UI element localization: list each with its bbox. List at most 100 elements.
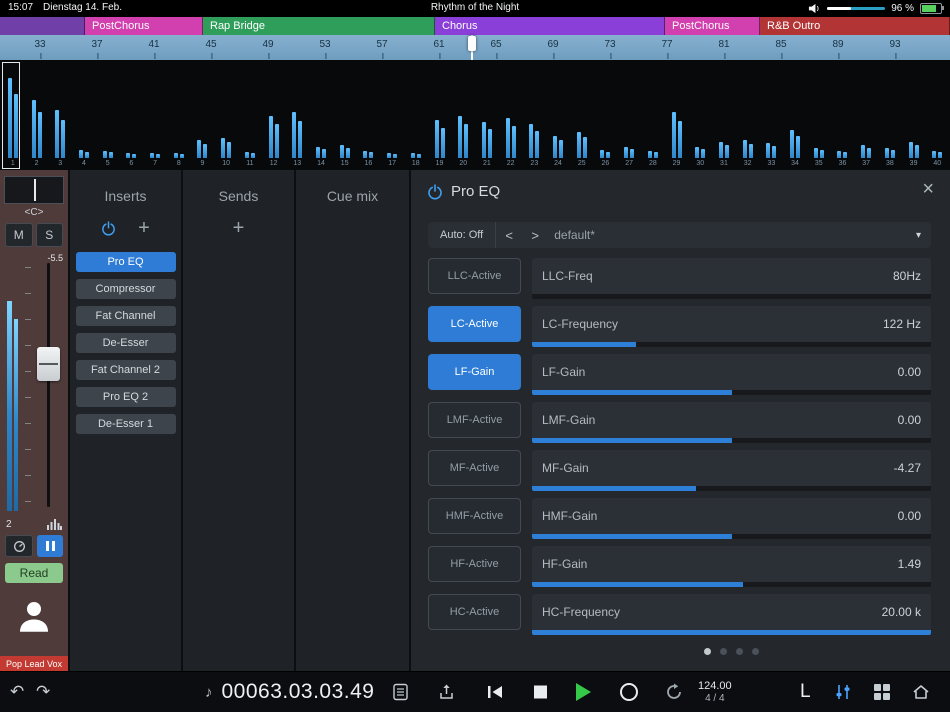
param-slider[interactable] [532, 534, 931, 539]
arrangement-section[interactable]: Chorus [435, 17, 665, 35]
overview-channel[interactable]: 15 [333, 60, 357, 170]
overview-channel[interactable]: 16 [357, 60, 381, 170]
arrangement-section[interactable]: R&B Outro [760, 17, 950, 35]
automation-toggle[interactable]: Auto: Off [428, 222, 496, 248]
overview-channel[interactable]: 40 [925, 60, 949, 170]
param-slider[interactable] [532, 486, 931, 491]
param-slider[interactable] [532, 582, 931, 587]
overview-channel[interactable]: 12 [262, 60, 286, 170]
arrangement-section[interactable]: PostChorus [665, 17, 760, 35]
overview-channel[interactable]: 33 [760, 60, 784, 170]
overview-channel[interactable]: 34 [783, 60, 807, 170]
home-button[interactable] [912, 684, 930, 700]
automation-mode-button[interactable]: Read [5, 563, 63, 583]
param-slider[interactable] [532, 294, 931, 299]
page-dot[interactable] [720, 648, 727, 655]
param-control[interactable]: MF-Gain-4.27 [532, 450, 931, 486]
overview-channel[interactable]: 23 [522, 60, 546, 170]
preset-dropdown-caret[interactable]: ▾ [916, 230, 921, 241]
overview-channel[interactable]: 39 [902, 60, 926, 170]
volume-slider[interactable] [827, 7, 885, 10]
arrangement-section[interactable] [0, 17, 85, 35]
insert-slot[interactable]: Compressor [76, 279, 176, 299]
layout-button[interactable]: L [800, 681, 811, 703]
param-activate-button[interactable]: HF-Active [428, 546, 521, 582]
overview-channel[interactable]: 5 [96, 60, 120, 170]
overview-channel[interactable]: 13 [285, 60, 309, 170]
overview-channel[interactable]: 37 [854, 60, 878, 170]
overview-channel[interactable]: 9 [191, 60, 215, 170]
undo-button[interactable]: ↶ [10, 682, 24, 702]
redo-button[interactable]: ↷ [36, 682, 50, 702]
overview-channel[interactable]: 14 [309, 60, 333, 170]
timeline-ruler[interactable]: 33374145495357616569737781858993 [0, 35, 950, 61]
arrangement-section[interactable]: Rap Bridge [203, 17, 435, 35]
overview-channel[interactable]: 30 [688, 60, 712, 170]
arrangement-section[interactable]: PostChorus [85, 17, 203, 35]
overview-channel[interactable]: 10 [214, 60, 238, 170]
overview-channel[interactable]: 32 [736, 60, 760, 170]
param-activate-button[interactable]: LLC-Active [428, 258, 521, 294]
play-button[interactable] [576, 683, 591, 701]
return-to-start-button[interactable] [486, 685, 504, 699]
page-dot[interactable] [752, 648, 759, 655]
overview-channel[interactable]: 24 [546, 60, 570, 170]
param-control[interactable]: LC-Frequency122 Hz [532, 306, 931, 342]
tempo-display[interactable]: 124.00 4 / 4 [698, 680, 732, 704]
add-insert-button[interactable]: + [138, 218, 150, 238]
overview-channel[interactable]: 29 [665, 60, 689, 170]
track-icon[interactable] [0, 595, 68, 637]
insert-slot[interactable]: De-Esser [76, 333, 176, 353]
param-activate-button[interactable]: MF-Active [428, 450, 521, 486]
overview-channel[interactable]: 7 [143, 60, 167, 170]
overview-channel[interactable]: 4 [72, 60, 96, 170]
param-control[interactable]: LMF-Gain0.00 [532, 402, 931, 438]
close-icon[interactable]: × [922, 178, 934, 201]
add-send-button[interactable]: + [233, 218, 245, 238]
page-dot[interactable] [704, 648, 711, 655]
overview-channel[interactable]: 3 [48, 60, 72, 170]
insert-slot[interactable]: Pro EQ 2 [76, 387, 176, 407]
insert-slot[interactable]: De-Esser 1 [76, 414, 176, 434]
param-control[interactable]: LF-Gain0.00 [532, 354, 931, 390]
insert-slot[interactable]: Fat Channel 2 [76, 360, 176, 380]
overview-channel[interactable]: 25 [570, 60, 594, 170]
overview-channel[interactable]: 2 [25, 60, 49, 170]
param-slider[interactable] [532, 630, 931, 635]
param-activate-button[interactable]: LC-Active [428, 306, 521, 342]
spectrum-icon[interactable] [47, 519, 62, 530]
fader-handle[interactable] [37, 347, 60, 381]
notes-icon[interactable] [393, 684, 408, 701]
overview-channel[interactable]: 26 [594, 60, 618, 170]
overview-channel[interactable]: 18 [404, 60, 428, 170]
param-control[interactable]: HC-Frequency20.00 k [532, 594, 931, 630]
param-control[interactable]: HMF-Gain0.00 [532, 498, 931, 534]
preset-prev-button[interactable]: < [496, 228, 522, 243]
power-icon[interactable] [101, 221, 116, 236]
mute-button[interactable]: M [5, 223, 33, 247]
overview-channel[interactable]: 8 [167, 60, 191, 170]
overview-channel[interactable]: 11 [238, 60, 262, 170]
overview-channel[interactable]: 17 [380, 60, 404, 170]
solo-button[interactable]: S [36, 223, 64, 247]
preset-next-button[interactable]: > [522, 228, 548, 243]
overview-channel[interactable]: 21 [475, 60, 499, 170]
hold-button[interactable] [37, 535, 63, 557]
overview-channel[interactable]: 38 [878, 60, 902, 170]
overview-channel[interactable]: 35 [807, 60, 831, 170]
overview-channel[interactable]: 28 [641, 60, 665, 170]
plugin-power-icon[interactable] [427, 184, 443, 200]
overview-channel[interactable]: 19 [428, 60, 452, 170]
param-control[interactable]: LLC-Freq80Hz [532, 258, 931, 294]
mixer-view-button[interactable] [833, 684, 853, 700]
param-activate-button[interactable]: HMF-Active [428, 498, 521, 534]
param-activate-button[interactable]: LF-Gain [428, 354, 521, 390]
meter-mode-button[interactable] [5, 535, 33, 557]
pan-control[interactable] [4, 176, 64, 204]
loop-button[interactable] [664, 684, 684, 701]
overview-channel[interactable]: 6 [120, 60, 144, 170]
param-activate-button[interactable]: LMF-Active [428, 402, 521, 438]
insert-slot[interactable]: Pro EQ [76, 252, 176, 272]
param-slider[interactable] [532, 342, 931, 347]
position-display[interactable]: ♪ 00063.03.03.49 [205, 680, 374, 704]
